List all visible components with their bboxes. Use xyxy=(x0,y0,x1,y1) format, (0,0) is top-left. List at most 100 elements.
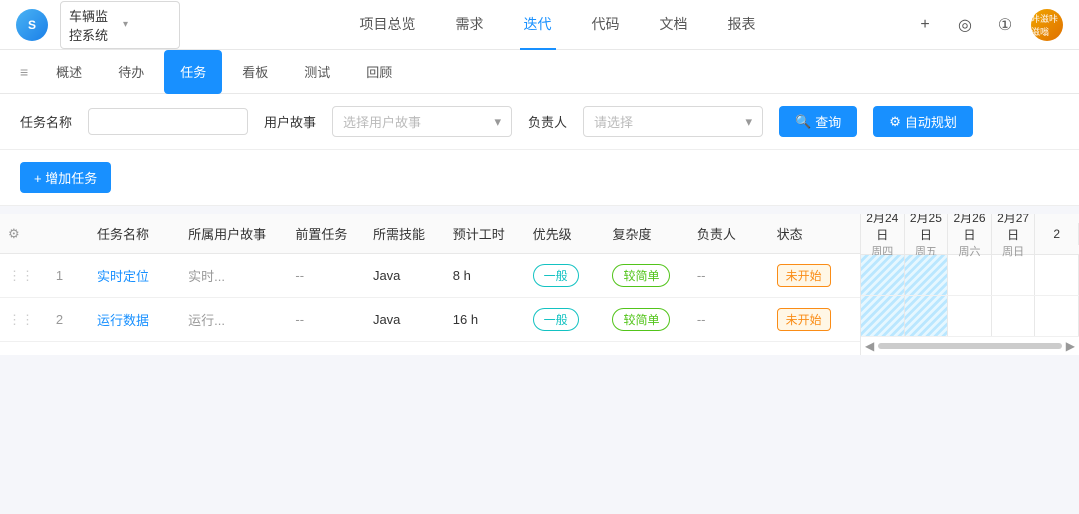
gantt-row xyxy=(861,255,1079,296)
row-complex: 较简单 xyxy=(604,254,688,298)
row-drag: ⋮⋮ xyxy=(0,298,48,342)
task-name-label: 任务名称 xyxy=(20,112,72,131)
row-time: 8 h xyxy=(445,254,525,298)
task-name-input[interactable] xyxy=(88,108,248,135)
subtab-review[interactable]: 回顾 xyxy=(350,50,408,94)
search-icon: 🔍 xyxy=(795,114,811,130)
subtab-overview[interactable]: 概述 xyxy=(40,50,98,94)
filter-bar: 任务名称 用户故事 选择用户故事 ▾ 负责人 请选择 ▾ 🔍 查询 ⚙ 自动规划 xyxy=(0,94,1079,150)
row-status: 未开始 xyxy=(769,298,860,342)
owner-arrow-icon: ▾ xyxy=(746,114,753,130)
row-pre: -- xyxy=(287,254,365,298)
row-num: 2 xyxy=(48,298,89,342)
gantt-prev-icon[interactable]: ◀ xyxy=(865,339,874,353)
action-bar: + 增加任务 xyxy=(0,150,1079,206)
app-logo[interactable]: S xyxy=(16,9,48,41)
owner-label: 负责人 xyxy=(528,112,567,131)
tab-code[interactable]: 代码 xyxy=(588,0,624,50)
avatar-text: 咔滋咔滋嗡 xyxy=(1031,12,1063,38)
gantt-cell xyxy=(948,296,992,336)
col-name-header: 任务名称 xyxy=(89,214,180,254)
gantt-cell xyxy=(948,255,992,295)
task-name-link[interactable]: 实时定位 xyxy=(97,269,149,284)
tab-iteration[interactable]: 迭代 xyxy=(520,0,556,50)
col-priority-header: 优先级 xyxy=(525,214,605,254)
task-name-link[interactable]: 运行数据 xyxy=(97,313,149,328)
row-story: 运行... xyxy=(180,298,287,342)
top-actions: + ◎ ① 咔滋咔滋嗡 xyxy=(911,9,1063,41)
alert-icon[interactable]: ① xyxy=(991,11,1019,39)
gantt-rows xyxy=(861,255,1079,337)
gantt-cell xyxy=(905,296,949,336)
gantt-col-header: 2 xyxy=(1035,223,1079,245)
gantt-row xyxy=(861,296,1079,337)
col-skill-header: 所需技能 xyxy=(365,214,445,254)
menu-icon[interactable]: ≡ xyxy=(20,64,28,80)
row-name[interactable]: 实时定位 xyxy=(89,254,180,298)
gantt-cell xyxy=(992,255,1036,295)
row-status: 未开始 xyxy=(769,254,860,298)
main-table: ⚙ 任务名称 所属用户故事 前置任务 所需技能 预计工时 优先级 复杂度 负责人 xyxy=(0,214,860,355)
top-nav: S 车辆监控系统 ▾ 项目总览 需求 迭代 代码 文档 报表 + ◎ ① 咔滋咔… xyxy=(0,0,1079,50)
tab-reports[interactable]: 报表 xyxy=(724,0,760,50)
table-row: ⋮⋮ 2 运行数据 运行... -- Java 16 h 一般 较简单 -- 未… xyxy=(0,298,860,342)
row-priority: 一般 xyxy=(525,298,605,342)
target-icon[interactable]: ◎ xyxy=(951,11,979,39)
chevron-down-icon: ▾ xyxy=(123,19,171,30)
subtab-todo[interactable]: 待办 xyxy=(102,50,160,94)
col-complex-header: 复杂度 xyxy=(604,214,688,254)
subtab-test[interactable]: 测试 xyxy=(288,50,346,94)
col-pre-header: 前置任务 xyxy=(287,214,365,254)
row-num: 1 xyxy=(48,254,89,298)
tab-docs[interactable]: 文档 xyxy=(656,0,692,50)
row-owner: -- xyxy=(689,254,769,298)
row-owner: -- xyxy=(689,298,769,342)
gantt-cell xyxy=(905,255,949,295)
query-label: 查询 xyxy=(815,112,841,131)
subtab-kanban[interactable]: 看板 xyxy=(226,50,284,94)
col-owner-header: 负责人 xyxy=(689,214,769,254)
col-time-header: 预计工时 xyxy=(445,214,525,254)
add-task-button[interactable]: + 增加任务 xyxy=(20,162,111,193)
gantt-area: 2月24日周四2月25日周五2月26日周六2月27日周日2 ◀ ▶ xyxy=(860,214,1079,355)
project-name: 车辆监控系统 xyxy=(69,6,117,44)
col-settings: ⚙ xyxy=(0,214,48,254)
user-story-arrow-icon: ▾ xyxy=(495,114,502,130)
gantt-next-icon[interactable]: ▶ xyxy=(1066,339,1075,353)
query-button[interactable]: 🔍 查询 xyxy=(779,106,857,137)
logo-area: S xyxy=(16,9,48,41)
add-icon[interactable]: + xyxy=(911,11,939,39)
col-num-header xyxy=(48,214,89,254)
auto-plan-button[interactable]: ⚙ 自动规划 xyxy=(873,106,973,137)
table-row: ⋮⋮ 1 实时定位 实时... -- Java 8 h 一般 较简单 -- 未开… xyxy=(0,254,860,298)
gantt-header: 2月24日周四2月25日周五2月26日周六2月27日周日2 xyxy=(861,214,1079,255)
owner-placeholder: 请选择 xyxy=(594,112,633,131)
row-skill: Java xyxy=(365,254,445,298)
sub-nav: ≡ 概述 待办 任务 看板 测试 回顾 xyxy=(0,50,1079,94)
user-story-select[interactable]: 选择用户故事 ▾ xyxy=(332,106,512,137)
gear-icon: ⚙ xyxy=(889,114,901,130)
section-divider xyxy=(0,206,1079,214)
row-priority: 一般 xyxy=(525,254,605,298)
col-story-header: 所属用户故事 xyxy=(180,214,287,254)
project-selector[interactable]: 车辆监控系统 ▾ xyxy=(60,1,180,49)
avatar[interactable]: 咔滋咔滋嗡 xyxy=(1031,9,1063,41)
gantt-scrollbar[interactable] xyxy=(878,343,1062,349)
row-story: 实时... xyxy=(180,254,287,298)
tab-overview[interactable]: 项目总览 xyxy=(356,0,420,50)
row-name[interactable]: 运行数据 xyxy=(89,298,180,342)
row-complex: 较简单 xyxy=(604,298,688,342)
subtab-task[interactable]: 任务 xyxy=(164,50,222,94)
table-wrapper: ⚙ 任务名称 所属用户故事 前置任务 所需技能 预计工时 优先级 复杂度 负责人 xyxy=(0,214,1079,355)
settings-icon[interactable]: ⚙ xyxy=(8,226,20,241)
row-drag: ⋮⋮ xyxy=(0,254,48,298)
user-story-placeholder: 选择用户故事 xyxy=(343,112,421,131)
gantt-cell xyxy=(1035,296,1079,336)
logo-text: S xyxy=(28,18,36,32)
owner-select[interactable]: 请选择 ▾ xyxy=(583,106,763,137)
row-pre: -- xyxy=(287,298,365,342)
gantt-cell xyxy=(1035,255,1079,295)
gantt-cell xyxy=(992,296,1036,336)
gantt-nav: ◀ ▶ xyxy=(861,337,1079,355)
tab-requirements[interactable]: 需求 xyxy=(452,0,488,50)
